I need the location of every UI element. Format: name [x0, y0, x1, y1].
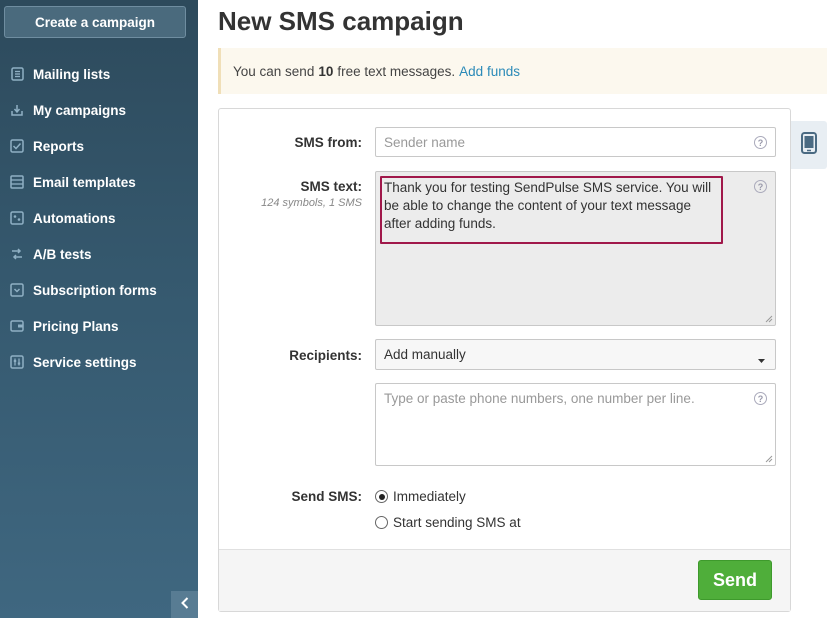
radio-scheduled[interactable]: Start sending SMS at	[375, 515, 521, 530]
sidebar-item-pricing-plans[interactable]: Pricing Plans	[0, 308, 198, 344]
sender-name-placeholder: Sender name	[384, 135, 466, 150]
templates-icon	[9, 174, 25, 190]
automations-icon	[9, 210, 25, 226]
sidebar-item-my-campaigns[interactable]: My campaigns	[0, 92, 198, 128]
sidebar-item-label: A/B tests	[33, 246, 92, 262]
sidebar-item-label: Subscription forms	[33, 282, 157, 298]
sidebar-nav: Mailing lists My campaigns Reports Email…	[0, 56, 198, 380]
help-icon[interactable]: ?	[754, 392, 767, 405]
mobile-phone-icon	[801, 131, 817, 159]
notice-prefix: You can send	[233, 63, 315, 79]
sidebar-item-label: Automations	[33, 210, 116, 226]
sidebar-item-ab-tests[interactable]: A/B tests	[0, 236, 198, 272]
sms-text-area[interactable]: Thank you for testing SendPulse SMS serv…	[375, 171, 776, 326]
page-title: New SMS campaign	[218, 6, 464, 36]
help-icon[interactable]: ?	[754, 136, 767, 149]
sidebar-item-label: Service settings	[33, 354, 137, 370]
sidebar-item-label: Email templates	[33, 174, 136, 190]
sidebar-item-label: Reports	[33, 138, 85, 154]
radio-label: Immediately	[393, 489, 466, 504]
recipients-label: Recipients:	[289, 348, 362, 363]
sidebar-item-email-templates[interactable]: Email templates	[0, 164, 198, 200]
ab-tests-icon	[9, 246, 25, 262]
radio-unchecked-icon[interactable]	[375, 516, 388, 529]
sidebar-item-mailing-lists[interactable]: Mailing lists	[0, 56, 198, 92]
recipients-selected-value: Add manually	[384, 347, 466, 362]
sidebar-item-label: Pricing Plans	[33, 318, 119, 334]
sidebar-item-label: Mailing lists	[33, 66, 111, 82]
recipients-select[interactable]: Add manually	[375, 339, 776, 370]
sidebar-item-automations[interactable]: Automations	[0, 200, 198, 236]
send-sms-label: Send SMS:	[291, 489, 362, 504]
free-sms-notice: You can send 10 free text messages. Add …	[218, 48, 827, 94]
settings-icon	[9, 354, 25, 370]
create-campaign-button[interactable]: Create a campaign	[4, 6, 186, 38]
sidebar-item-reports[interactable]: Reports	[0, 128, 198, 164]
mailing-lists-icon	[9, 66, 25, 82]
radio-label: Start sending SMS at	[393, 515, 521, 530]
caret-down-icon	[758, 352, 765, 367]
sidebar: Create a campaign Mailing lists My campa…	[0, 0, 198, 618]
sidebar-item-label: My campaigns	[33, 102, 127, 118]
notice-suffix: free text messages.	[337, 63, 456, 79]
sidebar-item-service-settings[interactable]: Service settings	[0, 344, 198, 380]
collapse-sidebar-button[interactable]	[171, 591, 198, 618]
forms-icon	[9, 282, 25, 298]
sender-name-input[interactable]: Sender name ?	[375, 127, 776, 157]
sms-text-value: Thank you for testing SendPulse SMS serv…	[384, 180, 712, 231]
campaigns-icon	[9, 102, 25, 118]
sms-from-label: SMS from:	[294, 135, 363, 150]
phone-numbers-textarea[interactable]: Type or paste phone numbers, one number …	[375, 383, 776, 466]
mobile-preview-tab[interactable]	[791, 121, 827, 169]
notice-count: 10	[318, 63, 334, 79]
wallet-icon	[9, 318, 25, 334]
sms-text-label: SMS text:	[300, 179, 362, 194]
radio-checked-icon[interactable]	[375, 490, 388, 503]
sidebar-item-subscription-forms[interactable]: Subscription forms	[0, 272, 198, 308]
chevron-left-icon	[180, 596, 190, 614]
sms-text-meta: 124 symbols, 1 SMS	[261, 197, 362, 209]
phone-numbers-placeholder: Type or paste phone numbers, one number …	[384, 391, 695, 406]
resize-grip-icon[interactable]	[765, 455, 773, 463]
reports-icon	[9, 138, 25, 154]
send-button[interactable]: Send	[698, 560, 772, 600]
radio-immediately[interactable]: Immediately	[375, 489, 466, 504]
resize-grip-icon[interactable]	[765, 315, 773, 323]
add-funds-link[interactable]: Add funds	[459, 64, 520, 79]
help-icon[interactable]: ?	[754, 180, 767, 193]
